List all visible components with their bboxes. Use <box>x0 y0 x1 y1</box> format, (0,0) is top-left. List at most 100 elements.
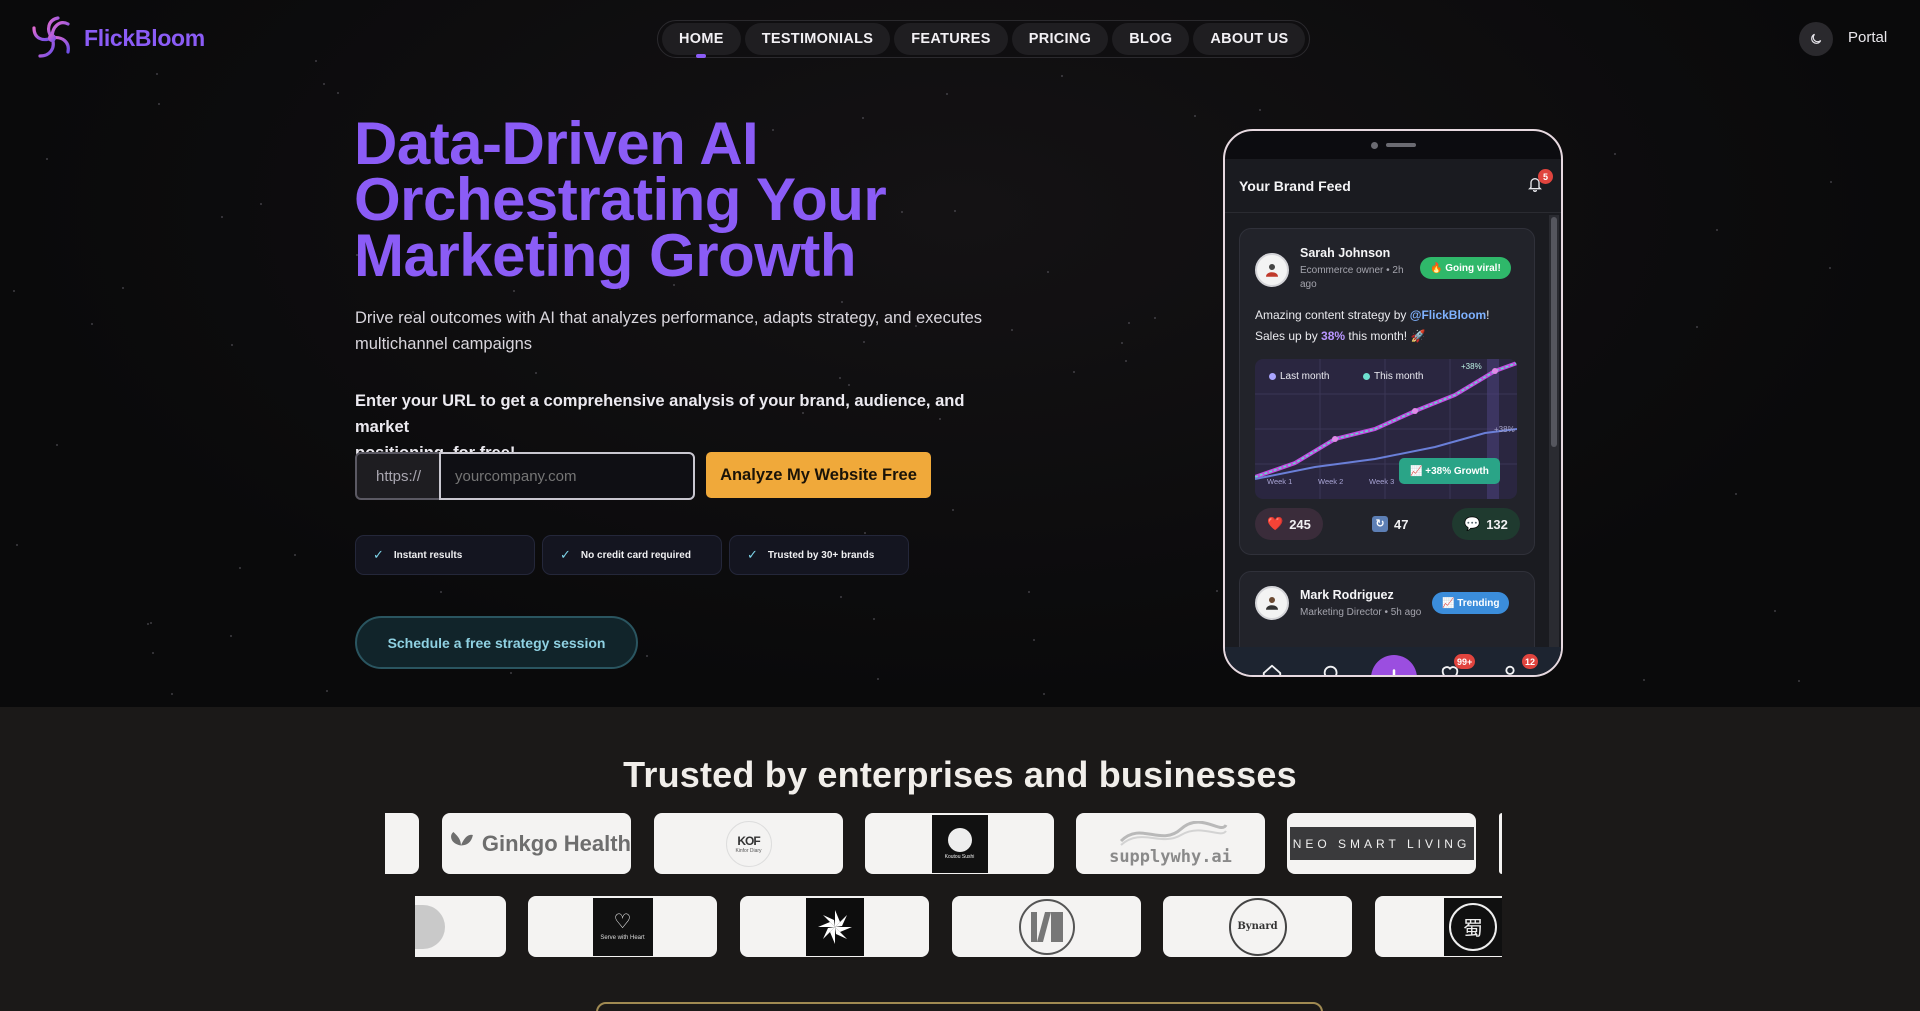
client-logo-serve-heart: ♡ Serve with Heart <box>528 896 717 957</box>
phone-screen: Your Brand Feed 5 Sarah Johnson Ecommerc… <box>1225 159 1561 675</box>
legend-label: This month <box>1374 371 1424 382</box>
star-dot <box>952 509 954 511</box>
hero-headline: Data-Driven AI Orchestrating Your Market… <box>354 114 914 289</box>
heart-icon: ❤️ <box>1267 516 1284 531</box>
profile-icon[interactable] <box>1499 663 1521 675</box>
star-dot <box>1043 693 1045 695</box>
brand-logo[interactable]: FlickBloom <box>28 14 205 62</box>
theme-toggle-button[interactable] <box>1799 22 1833 56</box>
feed-title: Your Brand Feed <box>1239 177 1351 194</box>
nav-testimonials[interactable]: TESTIMONIALS <box>744 23 891 55</box>
nav-about-us[interactable]: ABOUT US <box>1193 23 1306 55</box>
star-dot <box>156 73 158 75</box>
avatar <box>1255 253 1289 287</box>
star-dot <box>1073 371 1075 373</box>
star-dot <box>239 567 241 569</box>
neo-label: NEO SMART LIVING <box>1292 836 1471 851</box>
legend-last-month: Last month <box>1269 371 1329 382</box>
check-icon: ✓ <box>560 547 571 562</box>
client-logo-supplywhy: supplywhy.ai <box>1076 813 1265 874</box>
star-dot <box>839 377 841 379</box>
star-dot <box>1125 360 1127 362</box>
nav-home[interactable]: HOME <box>662 23 741 55</box>
main-nav: HOME TESTIMONIALS FEATURES PRICING BLOG … <box>657 20 1311 58</box>
post-text-punct: ! <box>1486 308 1490 322</box>
perk-no-credit-card: ✓ No credit card required <box>542 535 722 575</box>
bynard-label: Bynard <box>1237 921 1278 932</box>
star-dot <box>56 444 58 446</box>
headline-line-3: Marketing Growth <box>354 222 857 289</box>
star-dot <box>513 290 515 292</box>
nav-features[interactable]: FEATURES <box>894 23 1008 55</box>
like-button[interactable]: ❤️ 245 <box>1255 508 1323 540</box>
subtitle-line-2: multichannel campaigns <box>355 335 533 353</box>
client-logo-parallel <box>952 896 1141 957</box>
subtitle-line-1: Drive real outcomes with AI that analyze… <box>355 309 983 327</box>
star-dot <box>1830 181 1832 183</box>
schedule-strategy-button[interactable]: Schedule a free strategy session <box>355 616 638 669</box>
star-dot <box>152 652 154 654</box>
hero-section: FlickBloom HOME TESTIMONIALS FEATURES PR… <box>0 0 1920 707</box>
phone-tab-bar: 99+ 12 <box>1225 647 1561 675</box>
portal-link[interactable]: Portal <box>1848 29 1887 46</box>
parallel-emblem <box>1018 898 1075 955</box>
create-post-button[interactable] <box>1371 655 1417 675</box>
client-logo-ginkgo: Ginkgo Health <box>442 813 631 874</box>
star-dot <box>1047 271 1049 273</box>
wave-graphic <box>1119 820 1227 846</box>
star-dot <box>848 384 850 386</box>
star-dot <box>230 635 232 637</box>
neo-banner: NEO SMART LIVING <box>1289 827 1474 860</box>
perk-trusted-brands: ✓ Trusted by 30+ brands <box>729 535 909 575</box>
legend-label: Last month <box>1280 371 1330 382</box>
nav-pricing[interactable]: PRICING <box>1011 23 1109 55</box>
growth-badge: 📈 +38% Growth <box>1399 458 1500 484</box>
ginkgo-label: Ginkgo Health <box>481 830 631 856</box>
search-icon[interactable] <box>1321 663 1343 675</box>
share-button[interactable]: ↻ 47 <box>1360 508 1420 540</box>
star-dot <box>1829 267 1831 269</box>
comment-count: 132 <box>1486 516 1508 532</box>
star-dot <box>946 93 948 95</box>
growth-mini-chart: Last month This month +38% +38% Week 1 W… <box>1255 359 1517 499</box>
check-icon: ✓ <box>747 547 758 562</box>
post-text-line-1: Amazing content strategy by @FlickBloom! <box>1255 305 1525 326</box>
url-prefix: https:// <box>355 452 440 500</box>
shufu-mark: 蜀 <box>1449 902 1497 951</box>
analyze-website-button[interactable]: Analyze My Website Free <box>706 452 931 498</box>
star-dot <box>1121 342 1123 344</box>
post-author-role: Ecommerce owner • 2h ago <box>1300 264 1404 292</box>
ginkgo-leaf-icon <box>451 831 473 856</box>
post-text: Amazing content strategy by @FlickBloom!… <box>1255 305 1525 347</box>
star-dot <box>337 92 339 94</box>
client-logo-partial <box>1499 813 1502 874</box>
star-dot <box>1011 329 1013 331</box>
star-dot <box>1643 679 1645 681</box>
star-dot <box>260 203 262 205</box>
star-dot <box>150 622 152 624</box>
kinfor-mark: KOF <box>737 833 760 848</box>
sales-percent: 38% <box>1321 329 1346 343</box>
perk-instant-results: ✓ Instant results <box>355 535 535 575</box>
star-dot <box>440 591 442 593</box>
website-url-input[interactable] <box>439 452 695 500</box>
star-dot <box>1061 75 1063 77</box>
side-growth-label: +38% <box>1494 425 1515 434</box>
data-point <box>1412 408 1418 414</box>
url-prompt-line-1: Enter your URL to get a comprehensive an… <box>355 392 965 436</box>
mention-link[interactable]: @FlickBloom <box>1410 308 1486 322</box>
feed-scrollbar[interactable] <box>1549 215 1559 647</box>
home-icon[interactable] <box>1261 663 1283 675</box>
pinwheel-emblem <box>805 897 864 956</box>
feed-post-card[interactable]: Sarah Johnson Ecommerce owner • 2h ago 🔥… <box>1239 228 1535 555</box>
nav-blog[interactable]: BLOG <box>1112 23 1190 55</box>
post-author: Sarah Johnson <box>1300 246 1391 260</box>
week-label: Week 3 <box>1369 477 1395 486</box>
phone-mockup: Your Brand Feed 5 Sarah Johnson Ecommerc… <box>1223 129 1563 677</box>
star-dot <box>1774 610 1776 612</box>
share-count: 47 <box>1394 516 1409 532</box>
comment-button[interactable]: 💬 132 <box>1452 508 1520 540</box>
scrollbar-thumb[interactable] <box>1551 217 1557 447</box>
going-viral-badge: 🔥 Going viral! <box>1420 257 1511 279</box>
brand-name: FlickBloom <box>84 24 205 51</box>
